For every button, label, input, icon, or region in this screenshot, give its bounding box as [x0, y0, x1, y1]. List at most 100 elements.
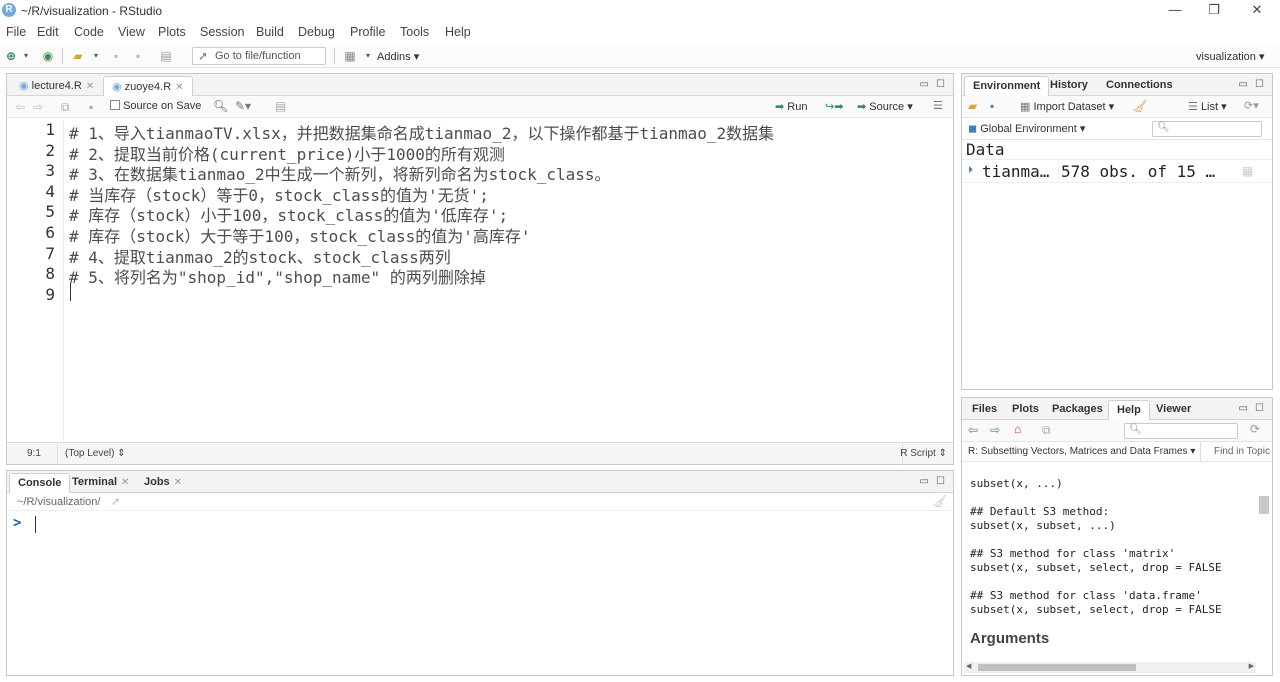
load-workspace-icon[interactable]: ▰: [968, 99, 977, 113]
environment-row[interactable]: ⏵ tianma… 578 obs. of 15 … ▦: [962, 161, 1272, 183]
wand-icon[interactable]: ✎▾: [235, 99, 251, 113]
tab-console[interactable]: Console: [9, 473, 71, 493]
source-button[interactable]: ➡ Source ▾: [857, 100, 913, 113]
open-folder-icon[interactable]: ▰: [70, 49, 86, 63]
global-environment-selector[interactable]: ◼ Global Environment ▾: [968, 122, 1085, 135]
minimize-pane-icon[interactable]: ▭: [1239, 403, 1248, 414]
import-dataset-button[interactable]: ▦ Import Dataset ▾: [1020, 100, 1114, 113]
menu-view[interactable]: View: [118, 25, 145, 39]
menu-file[interactable]: File: [6, 25, 26, 39]
tab-files[interactable]: Files: [964, 400, 1005, 420]
save-icon[interactable]: ▪: [108, 49, 124, 63]
search-icon[interactable]: 🔍︎: [213, 99, 228, 113]
code-line[interactable]: # 5、将列名为"shop_id","shop_name" 的两列删除掉: [69, 264, 486, 288]
vertical-scrollbar[interactable]: [1259, 496, 1269, 514]
menu-edit[interactable]: Edit: [37, 25, 59, 39]
save-all-icon[interactable]: ▪: [130, 49, 146, 63]
chevron-down-icon[interactable]: ▾: [360, 49, 376, 63]
tab-lecture4[interactable]: ◉ lecture4.R ✕: [11, 76, 102, 96]
chevron-down-icon[interactable]: ▾: [88, 49, 104, 63]
minimize-icon[interactable]: —: [1160, 2, 1190, 20]
tab-connections[interactable]: Connections: [1098, 76, 1181, 96]
tab-history[interactable]: History: [1042, 76, 1096, 96]
show-in-window-icon[interactable]: ⧉: [1042, 423, 1051, 438]
console-input[interactable]: [7, 511, 953, 675]
menu-session[interactable]: Session: [200, 25, 244, 39]
goto-file-input[interactable]: Go to file/function: [192, 47, 326, 65]
source-arrow-icon: ➡: [857, 101, 867, 113]
close-icon[interactable]: ✕: [1242, 2, 1272, 20]
chevron-down-icon[interactable]: ▾: [18, 49, 34, 63]
menu-help[interactable]: Help: [445, 25, 471, 39]
outline-icon[interactable]: ☰: [933, 99, 943, 112]
broom-icon[interactable]: 🧹︎: [1132, 99, 1147, 113]
find-in-topic-input[interactable]: Find in Topic: [1214, 446, 1270, 457]
addins-button[interactable]: Addins ▾: [377, 50, 419, 63]
tab-help[interactable]: Help: [1108, 400, 1150, 420]
close-icon[interactable]: ✕: [174, 477, 182, 488]
forward-arrow-icon[interactable]: ⇨: [33, 100, 43, 114]
clear-console-icon[interactable]: 🧹︎: [932, 494, 947, 508]
expand-icon[interactable]: ⏵: [968, 165, 973, 176]
compile-report-icon[interactable]: ▤: [275, 99, 286, 113]
show-in-window-icon[interactable]: ⧉: [61, 100, 70, 115]
tab-viewer[interactable]: Viewer: [1148, 400, 1199, 420]
view-table-icon[interactable]: ▦: [1242, 164, 1253, 178]
line-number: 4: [45, 181, 55, 201]
close-icon[interactable]: ✕: [86, 81, 94, 92]
project-menu[interactable]: visualization ▾: [1196, 50, 1265, 63]
back-arrow-icon[interactable]: ⇦: [15, 100, 25, 114]
title-bar: R ~/R/visualization - RStudio — ❐ ✕: [0, 0, 1280, 22]
scroll-left-icon[interactable]: ◀: [966, 662, 971, 670]
maximize-pane-icon[interactable]: ☐: [1255, 79, 1264, 90]
environment-scope-bar: ◼ Global Environment ▾ 🔍︎: [962, 118, 1272, 140]
minimize-pane-icon[interactable]: ▭: [920, 476, 929, 487]
new-project-icon[interactable]: ◉: [40, 49, 56, 63]
view-mode-selector[interactable]: ☰ List ▾: [1188, 100, 1227, 113]
menu-code[interactable]: Code: [74, 25, 104, 39]
source-on-save-checkbox[interactable]: Source on Save: [110, 100, 201, 112]
maximize-pane-icon[interactable]: ☐: [1255, 403, 1264, 414]
help-topic-selector[interactable]: R: Subsetting Vectors, Matrices and Data…: [968, 446, 1195, 457]
menu-profile[interactable]: Profile: [350, 25, 385, 39]
tab-packages[interactable]: Packages: [1044, 400, 1111, 420]
forward-arrow-icon[interactable]: ⇨: [990, 423, 1000, 437]
gutter-divider: [63, 120, 64, 440]
close-icon[interactable]: ✕: [121, 477, 129, 488]
scrollbar-thumb[interactable]: [978, 664, 1136, 671]
help-search-input[interactable]: 🔍︎: [1124, 423, 1238, 439]
grid-icon[interactable]: ▦: [342, 49, 358, 63]
refresh-icon[interactable]: ⟳▾: [1244, 99, 1259, 112]
editor-toolbar: ⇦ ⇨ ⧉ ▪ Source on Save 🔍︎ ✎▾ ▤ ➡ Run ↪➡ …: [7, 96, 953, 118]
scroll-right-icon[interactable]: ▶: [1249, 662, 1254, 670]
menu-plots[interactable]: Plots: [158, 25, 186, 39]
menu-debug[interactable]: Debug: [298, 25, 335, 39]
new-file-icon[interactable]: ⊕: [3, 49, 19, 63]
back-arrow-icon[interactable]: ⇦: [968, 423, 978, 437]
home-icon[interactable]: ⌂: [1014, 422, 1021, 436]
environment-search-input[interactable]: 🔍︎: [1152, 121, 1262, 137]
tab-jobs[interactable]: Jobs ✕: [136, 473, 190, 493]
maximize-pane-icon[interactable]: ☐: [936, 476, 945, 487]
minimize-pane-icon[interactable]: ▭: [920, 79, 929, 90]
save-workspace-icon[interactable]: ▪: [990, 99, 994, 113]
scope-selector[interactable]: (Top Level) ⇕: [65, 448, 126, 459]
menu-build[interactable]: Build: [256, 25, 284, 39]
tab-zuoye4[interactable]: ◉ zuoye4.R ✕: [103, 76, 193, 96]
horizontal-scrollbar[interactable]: ◀ ▶: [964, 662, 1256, 673]
go-to-dir-icon[interactable]: ➚: [111, 495, 120, 508]
refresh-icon[interactable]: ⟳: [1250, 422, 1260, 436]
save-icon[interactable]: ▪: [89, 100, 93, 114]
minimize-pane-icon[interactable]: ▭: [1239, 79, 1248, 90]
restore-icon[interactable]: ❐: [1199, 2, 1229, 20]
tab-plots[interactable]: Plots: [1004, 400, 1047, 420]
rerun-icon[interactable]: ↪➡: [825, 100, 843, 113]
run-button[interactable]: ➡ Run: [775, 100, 807, 113]
print-icon[interactable]: ▤: [158, 49, 174, 63]
tab-terminal[interactable]: Terminal ✕: [64, 473, 137, 493]
maximize-pane-icon[interactable]: ☐: [936, 79, 945, 90]
tab-environment[interactable]: Environment: [964, 76, 1050, 96]
close-icon[interactable]: ✕: [175, 82, 183, 93]
menu-tools[interactable]: Tools: [400, 25, 429, 39]
file-type-selector[interactable]: R Script ⇕: [900, 448, 947, 459]
